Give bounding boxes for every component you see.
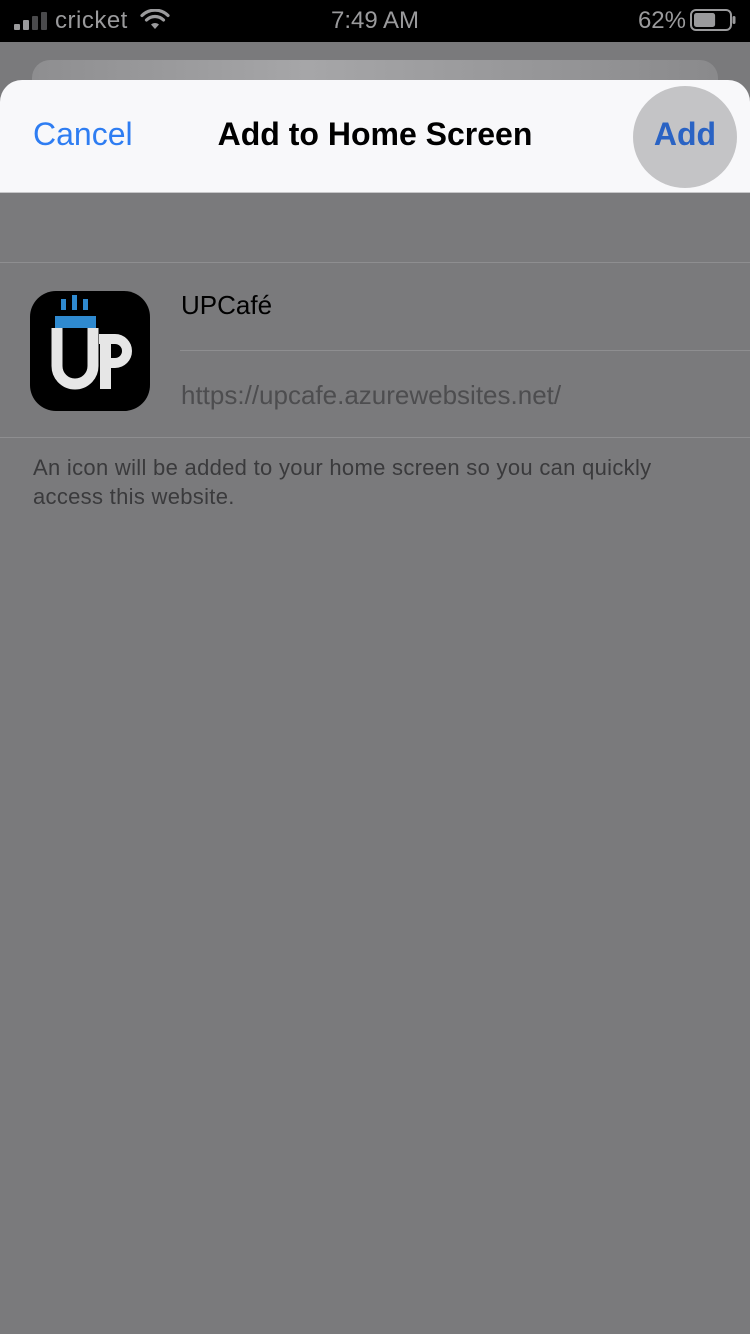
app-icon (30, 291, 150, 411)
sheet-nav-bar: Cancel Add to Home Screen Add (0, 80, 750, 193)
shortcut-name-input[interactable] (181, 290, 721, 321)
footer-hint: An icon will be added to your home scree… (33, 455, 652, 509)
shortcut-url: https://upcafe.azurewebsites.net/ (181, 380, 562, 410)
battery-icon (690, 9, 736, 31)
section-divider-bottom (0, 437, 750, 438)
field-divider (180, 350, 750, 351)
battery-percentage: 62% (637, 7, 686, 34)
status-bar: cricket 7:49 AM 62% (0, 0, 750, 42)
add-button[interactable]: Add (633, 116, 737, 153)
section-divider-top (0, 262, 750, 263)
add-to-home-screen-sheet: cricket 7:49 AM 62% Cancel Add to Home S… (0, 0, 750, 1334)
upcafe-logo-icon (51, 295, 132, 390)
